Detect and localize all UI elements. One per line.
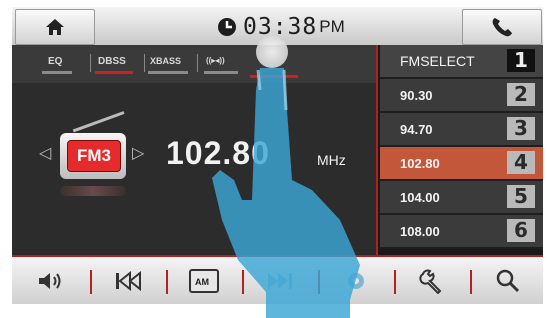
dbss-mode-button[interactable]: DBSS <box>98 56 126 67</box>
clock-ampm: PM <box>319 17 345 36</box>
speaker-icon <box>39 273 61 289</box>
phone-icon <box>492 18 512 37</box>
divider <box>144 54 145 72</box>
divider <box>470 270 472 294</box>
preset-item[interactable]: 94.70 3 <box>380 113 543 147</box>
xbass-mode-button[interactable]: XBASS <box>150 56 181 66</box>
preset-number: 4 <box>507 151 535 174</box>
preset-item[interactable]: 90.30 2 <box>380 79 543 113</box>
divider <box>394 270 396 294</box>
clock: 03:38 PM <box>217 13 345 41</box>
preset-number: 5 <box>507 185 535 208</box>
divider <box>197 54 198 72</box>
search-icon <box>496 269 520 293</box>
seek-back-button[interactable] <box>100 265 156 297</box>
surround-mode-button[interactable]: ((▸◂)) <box>206 56 225 65</box>
dbss-indicator <box>95 71 133 74</box>
preset-frequency: 108.00 <box>400 224 440 239</box>
antenna-icon <box>72 111 125 133</box>
tap-indicator <box>250 75 298 78</box>
frequency-display: 102.80 <box>166 135 270 171</box>
bottom-toolbar: AM <box>12 255 543 304</box>
divider <box>242 270 244 294</box>
preset-frequency: 102.80 <box>400 156 440 171</box>
eq-mode-button[interactable]: EQ <box>48 56 62 67</box>
divider <box>318 270 320 294</box>
surround-indicator <box>204 71 238 74</box>
head-unit-screen: 03:38 PM EQ DBSS XBASS ((▸◂)) ◁ FM3 ▷ 10… <box>12 7 543 304</box>
preset-frequency: 90.30 <box>400 88 433 103</box>
skip-back-icon <box>116 271 141 291</box>
radio-main-panel: ◁ FM3 ▷ 102.80 MHz <box>12 83 376 255</box>
top-bar: 03:38 PM <box>12 7 543 45</box>
phone-button[interactable] <box>462 9 542 45</box>
sound-mode-bar: EQ DBSS XBASS ((▸◂)) <box>12 45 376 83</box>
settings-button[interactable] <box>328 265 384 297</box>
frequency-unit: MHz <box>317 152 346 168</box>
preset-header-label: FMSELECT <box>400 53 475 69</box>
prev-band-arrow-icon[interactable]: ◁ <box>39 143 51 163</box>
gear-icon <box>348 273 364 289</box>
tools-button[interactable] <box>404 265 460 297</box>
wrench-icon <box>419 269 442 294</box>
preset-header[interactable]: FMSELECT 1 <box>380 45 543 79</box>
preset-item[interactable]: 104.00 5 <box>380 181 543 215</box>
band-logo[interactable]: FM3 <box>60 133 126 179</box>
home-button[interactable] <box>15 9 95 45</box>
divider <box>90 54 91 72</box>
search-button[interactable] <box>480 265 536 297</box>
preset-frequency: 104.00 <box>400 190 440 205</box>
am-icon: AM <box>189 269 219 293</box>
am-band-button[interactable]: AM <box>176 265 232 297</box>
volume-button[interactable] <box>22 265 78 297</box>
eq-indicator <box>42 71 72 74</box>
preset-number: 3 <box>507 117 535 140</box>
divider <box>166 270 168 294</box>
preset-number: 6 <box>507 219 535 242</box>
divider <box>90 270 92 294</box>
am-label: AM <box>195 277 209 287</box>
home-icon <box>46 19 64 35</box>
xbass-indicator <box>148 71 188 74</box>
preset-item-selected[interactable]: 102.80 4 <box>380 147 543 181</box>
clock-icon <box>218 18 236 36</box>
preset-frequency: 94.70 <box>400 122 433 137</box>
band-label: FM3 <box>67 140 121 172</box>
next-band-arrow-icon[interactable]: ▷ <box>132 143 144 163</box>
preset-number: 2 <box>507 83 535 106</box>
preset-list: FMSELECT 1 90.30 2 94.70 3 102.80 4 104.… <box>376 45 543 255</box>
band-logo-reflection <box>60 186 126 196</box>
seek-forward-button[interactable] <box>252 265 308 297</box>
skip-forward-icon <box>268 273 292 289</box>
clock-time: 03:38 <box>243 14 318 40</box>
preset-item[interactable]: 108.00 6 <box>380 215 543 249</box>
preset-header-number: 1 <box>507 49 535 72</box>
